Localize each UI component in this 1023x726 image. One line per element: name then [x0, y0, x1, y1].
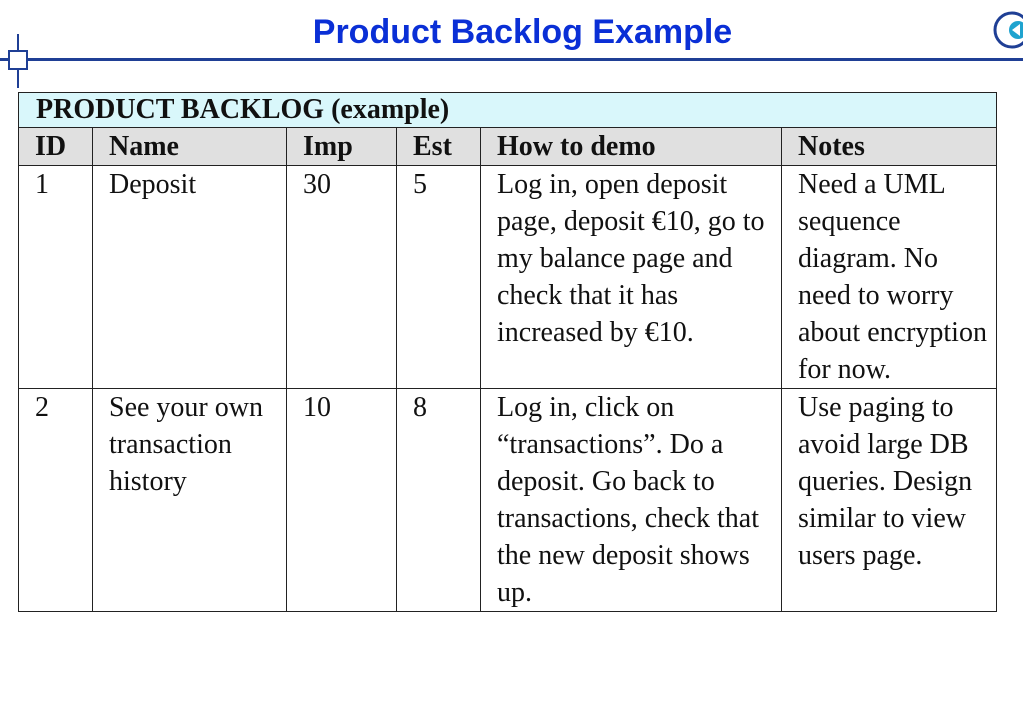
cell-est: 8 — [396, 388, 481, 612]
cell-id: 1 — [18, 165, 93, 389]
column-header-how-to-demo: How to demo — [480, 127, 782, 166]
table-row: 2 See your own transaction history 10 8 … — [18, 388, 997, 612]
product-backlog-table: PRODUCT BACKLOG (example) ID Name Imp Es… — [18, 92, 997, 612]
title-rule — [0, 58, 1023, 61]
cell-how-to-demo: Log in, click on “transactions”. Do a de… — [480, 388, 782, 612]
table-header-row: ID Name Imp Est How to demo Notes — [18, 127, 997, 166]
cell-imp: 10 — [286, 388, 397, 612]
column-header-est: Est — [396, 127, 481, 166]
slide-title: Product Backlog Example — [312, 13, 733, 51]
column-header-name: Name — [92, 127, 287, 166]
column-header-id: ID — [18, 127, 93, 166]
cell-name: See your own transaction history — [92, 388, 287, 612]
arrow-left-circle-icon[interactable] — [992, 10, 1023, 50]
cell-notes: Need a UML sequence diagram. No need to … — [781, 165, 997, 389]
column-header-notes: Notes — [781, 127, 997, 166]
table-banner-row: PRODUCT BACKLOG (example) — [18, 92, 997, 128]
table-banner: PRODUCT BACKLOG (example) — [18, 92, 997, 128]
cell-name: Deposit — [92, 165, 287, 389]
cell-imp: 30 — [286, 165, 397, 389]
table-row: 1 Deposit 30 5 Log in, open deposit page… — [18, 165, 997, 389]
cell-notes: Use paging to avoid large DB queries. De… — [781, 388, 997, 612]
cell-id: 2 — [18, 388, 93, 612]
crosshair-icon — [0, 34, 42, 88]
cell-est: 5 — [396, 165, 481, 389]
cell-how-to-demo: Log in, open deposit page, deposit €10, … — [480, 165, 782, 389]
column-header-imp: Imp — [286, 127, 397, 166]
